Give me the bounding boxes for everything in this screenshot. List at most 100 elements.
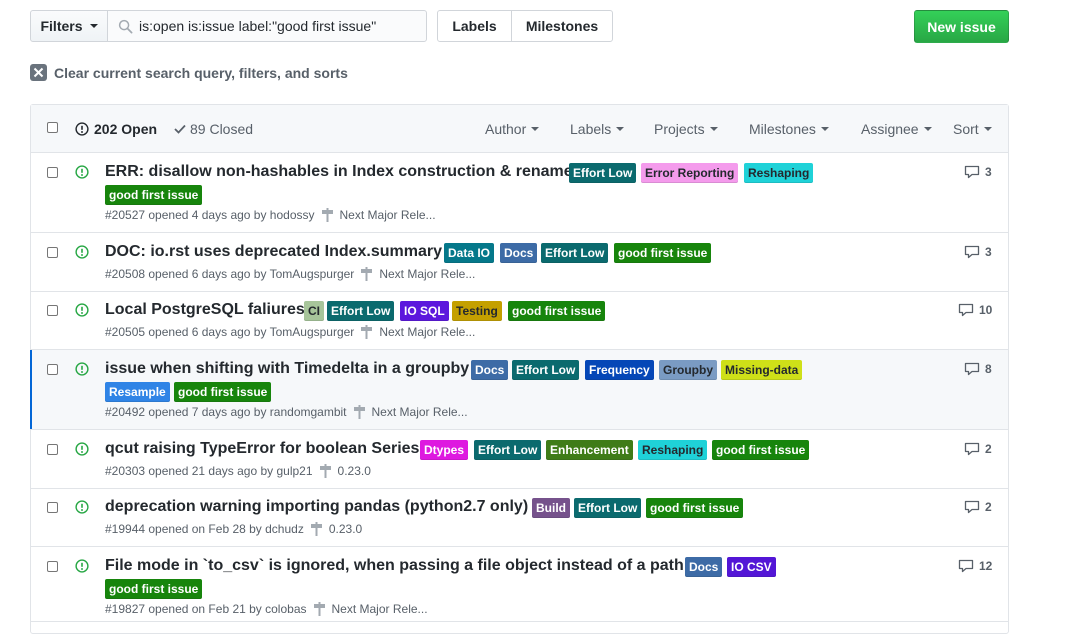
issue-title-link[interactable]: deprecation warning importing pandas (py… — [105, 498, 528, 516]
close-icon — [30, 64, 47, 81]
issue-title-link[interactable]: DOC: io.rst uses deprecated Index.summar… — [105, 243, 442, 261]
label-io-sql[interactable]: IO SQL — [400, 301, 449, 321]
issue-title-link[interactable]: issue when shifting with Timedelta in a … — [105, 360, 469, 378]
search-input[interactable] — [139, 18, 419, 34]
comments-link[interactable]: 10 — [958, 303, 992, 317]
select-all-checkbox[interactable] — [47, 122, 58, 133]
label-effort-low[interactable]: Effort Low — [574, 498, 642, 518]
issue-title-link[interactable]: Local PostgreSQL faliures — [105, 301, 305, 319]
label-good-first-issue[interactable]: good first issue — [614, 243, 712, 263]
label-missing-data[interactable]: Missing-data — [721, 360, 803, 380]
label-docs[interactable]: Docs — [471, 360, 509, 380]
label-resample[interactable]: Resample — [105, 382, 170, 402]
label-frequency[interactable]: Frequency — [585, 360, 654, 380]
label-good-first-issue[interactable]: good first issue — [105, 185, 203, 205]
milestone-link[interactable]: Next Major Rele... — [332, 602, 428, 616]
issue-title-link[interactable]: qcut raising TypeError for boolean Serie… — [105, 440, 419, 458]
assignee-filter-label: Assignee — [861, 121, 919, 137]
issue-checkbox[interactable] — [47, 444, 58, 455]
issue-checkbox[interactable] — [47, 502, 58, 513]
milestone-icon — [319, 464, 331, 478]
filters-dropdown[interactable]: Filters — [30, 10, 108, 42]
milestone-link[interactable]: Next Major Rele... — [379, 267, 475, 281]
issue-meta: #20505 opened 6 days ago by TomAugspurge… — [105, 325, 475, 339]
label-good-first-issue[interactable]: good first issue — [105, 579, 203, 599]
issue-meta-text: #20492 opened 7 days ago by randomgambit — [105, 405, 347, 419]
label-ci[interactable]: CI — [304, 301, 324, 321]
issue-checkbox[interactable] — [47, 561, 58, 572]
sort-filter[interactable]: Sort — [953, 121, 992, 137]
comment-count: 2 — [985, 500, 992, 514]
label-docs[interactable]: Docs — [685, 557, 723, 577]
comment-icon — [964, 245, 980, 259]
comment-icon — [964, 165, 980, 179]
label-effort-low[interactable]: Effort Low — [541, 243, 609, 263]
label-effort-low[interactable]: Effort Low — [569, 163, 637, 183]
label-enhancement[interactable]: Enhancement — [546, 440, 633, 460]
milestones-button[interactable]: Milestones — [512, 11, 612, 41]
comments-link[interactable]: 2 — [964, 442, 992, 456]
milestone-link[interactable]: Next Major Rele... — [340, 208, 436, 222]
projects-filter[interactable]: Projects — [654, 121, 718, 137]
issue-title-link[interactable]: ERR: disallow non-hashables in Index con… — [105, 163, 573, 181]
labels-filter-label: Labels — [570, 121, 612, 137]
filters-label: Filters — [40, 18, 83, 34]
label-build[interactable]: Build — [532, 498, 570, 518]
label-reshaping[interactable]: Reshaping — [638, 440, 708, 460]
issue-checkbox[interactable] — [47, 305, 58, 316]
milestone-icon — [361, 267, 373, 281]
label-data-io[interactable]: Data IO — [444, 243, 495, 263]
issue-checkbox[interactable] — [47, 364, 58, 375]
label-error-reporting[interactable]: Error Reporting — [641, 163, 739, 183]
closed-issues-tab[interactable]: 89 Closed — [174, 121, 253, 137]
clear-filters-label: Clear current search query, filters, and… — [54, 64, 348, 81]
issue-opened-icon — [75, 165, 89, 179]
labels-button[interactable]: Labels — [438, 11, 512, 41]
check-icon — [174, 124, 186, 134]
milestone-link[interactable]: 0.23.0 — [338, 464, 371, 478]
comments-link[interactable]: 3 — [964, 245, 992, 259]
label-good-first-issue[interactable]: good first issue — [712, 440, 810, 460]
caret-down-icon — [616, 127, 625, 131]
comments-link[interactable]: 12 — [958, 559, 992, 573]
milestone-link[interactable]: Next Major Rele... — [379, 325, 475, 339]
label-io-csv[interactable]: IO CSV — [727, 557, 776, 577]
comment-count: 3 — [985, 165, 992, 179]
assignee-filter[interactable]: Assignee — [861, 121, 932, 137]
label-effort-low[interactable]: Effort Low — [327, 301, 395, 321]
label-good-first-issue[interactable]: good first issue — [646, 498, 744, 518]
comments-link[interactable]: 3 — [964, 165, 992, 179]
label-effort-low[interactable]: Effort Low — [512, 360, 580, 380]
label-docs[interactable]: Docs — [500, 243, 538, 263]
label-dtypes[interactable]: Dtypes — [420, 440, 469, 460]
label-effort-low[interactable]: Effort Low — [474, 440, 542, 460]
row-divider — [31, 621, 1008, 622]
search-field[interactable] — [107, 10, 427, 42]
label-good-first-issue[interactable]: good first issue — [508, 301, 606, 321]
issue-title-link[interactable]: File mode in `to_csv` is ignored, when p… — [105, 557, 684, 575]
comments-link[interactable]: 8 — [964, 362, 992, 376]
issue-opened-icon — [75, 442, 89, 456]
comments-link[interactable]: 2 — [964, 500, 992, 514]
label-good-first-issue[interactable]: good first issue — [174, 382, 272, 402]
new-issue-button[interactable]: New issue — [914, 10, 1009, 43]
issue-opened-icon — [75, 559, 89, 573]
comment-icon — [964, 362, 980, 376]
label-groupby[interactable]: Groupby — [659, 360, 717, 380]
label-testing[interactable]: Testing — [452, 301, 502, 321]
caret-down-icon — [709, 127, 718, 131]
issue-checkbox[interactable] — [47, 247, 58, 258]
milestone-icon — [353, 405, 365, 419]
row-divider — [31, 291, 1008, 292]
open-issues-tab[interactable]: 202 Open — [75, 121, 157, 137]
milestone-link[interactable]: 0.23.0 — [329, 522, 362, 536]
issue-checkbox[interactable] — [47, 167, 58, 178]
issue-meta-text: #19944 opened on Feb 28 by dchudz — [105, 522, 304, 536]
milestone-link[interactable]: Next Major Rele... — [372, 405, 468, 419]
author-filter-label: Author — [485, 121, 527, 137]
label-reshaping[interactable]: Reshaping — [744, 163, 814, 183]
clear-filters-link[interactable]: Clear current search query, filters, and… — [30, 64, 348, 81]
labels-filter[interactable]: Labels — [570, 121, 625, 137]
author-filter[interactable]: Author — [485, 121, 540, 137]
milestones-filter[interactable]: Milestones — [749, 121, 829, 137]
